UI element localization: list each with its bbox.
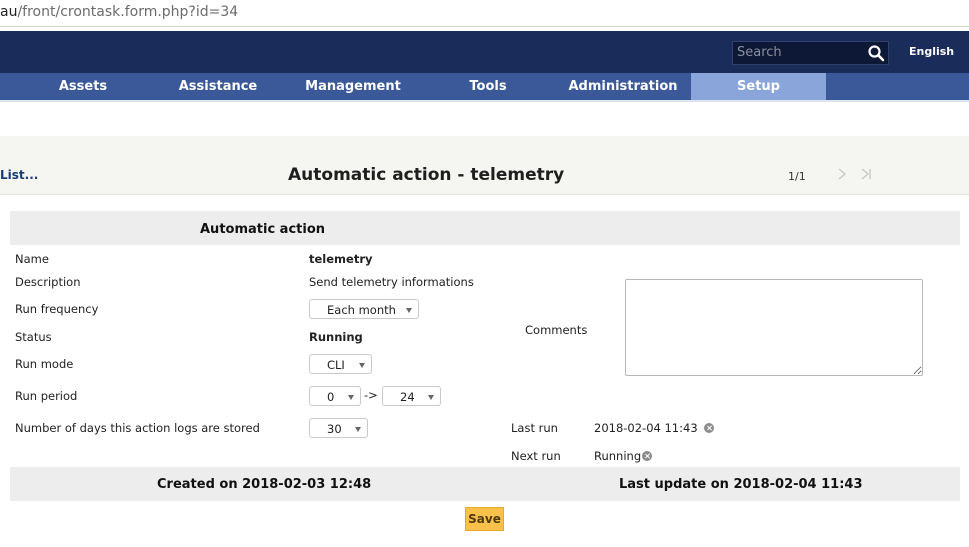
run-frequency-value: Each month: [327, 303, 396, 317]
last-run-value: 2018-02-04 11:43: [594, 421, 698, 435]
description-label: Description: [15, 275, 81, 289]
url-path: /front/crontask.form.php?id=34: [17, 4, 239, 20]
run-period-arrow: ->: [364, 388, 378, 402]
menu-divider: [0, 100, 969, 102]
last-page-icon[interactable]: [859, 166, 873, 182]
last-update-date: Last update on 2018-02-04 11:43: [619, 477, 863, 492]
created-date: Created on 2018-02-03 12:48: [157, 477, 372, 492]
status-value: Running: [309, 330, 363, 344]
chevron-down-icon: [428, 395, 434, 400]
menu-item-tools[interactable]: Tools: [448, 73, 528, 100]
page-title: Automatic action - telemetry: [288, 165, 565, 185]
run-mode-value: CLI: [327, 358, 345, 372]
url-text[interactable]: au/front/crontask.form.php?id=34: [0, 4, 238, 20]
magnifier-icon[interactable]: [867, 44, 885, 62]
run-period-from-value: 0: [327, 390, 335, 404]
run-mode-label: Run mode: [15, 357, 74, 371]
chevron-down-icon: [348, 395, 354, 400]
form-header: [10, 211, 960, 245]
log-days-value: 30: [327, 422, 342, 436]
form-header-title: Automatic action: [200, 222, 326, 237]
menu-item-management[interactable]: Management: [298, 73, 408, 100]
next-page-icon[interactable]: [836, 166, 848, 182]
chevron-down-icon: [359, 363, 365, 368]
run-mode-select[interactable]: CLI: [309, 354, 372, 374]
name-label: Name: [15, 252, 49, 266]
status-label: Status: [15, 330, 52, 344]
menu-item-assistance[interactable]: Assistance: [168, 73, 268, 100]
run-frequency-select[interactable]: Each month: [309, 299, 419, 319]
log-days-label: Number of days this action logs are stor…: [15, 421, 260, 435]
name-value: telemetry: [309, 252, 373, 266]
last-run-label: Last run: [511, 421, 558, 435]
reset-last-run-icon[interactable]: [704, 423, 714, 433]
search-input[interactable]: [737, 44, 862, 61]
next-run-value: Running: [594, 449, 642, 463]
browser-url-bar[interactable]: au/front/crontask.form.php?id=34: [0, 0, 969, 27]
description-value: Send telemetry informations: [309, 275, 474, 289]
pager-count: 1/1: [788, 170, 806, 183]
run-period-from-select[interactable]: 0: [309, 386, 361, 406]
menu-item-assets[interactable]: Assets: [40, 73, 126, 100]
url-host: au: [0, 4, 18, 20]
run-frequency-label: Run frequency: [15, 302, 99, 316]
run-period-to-select[interactable]: 24: [382, 386, 441, 406]
chevron-down-icon: [355, 427, 361, 432]
reset-next-run-icon[interactable]: [642, 451, 652, 461]
chevron-down-icon: [406, 308, 412, 313]
language-selector[interactable]: English: [909, 45, 954, 58]
run-period-label: Run period: [15, 389, 78, 403]
run-period-to-value: 24: [400, 390, 415, 404]
save-button[interactable]: Save: [465, 507, 504, 531]
next-run-label: Next run: [511, 449, 561, 463]
list-link[interactable]: List...: [0, 168, 38, 182]
menu-item-setup[interactable]: Setup: [691, 73, 826, 100]
log-days-select[interactable]: 30: [309, 418, 368, 438]
menu-item-administration[interactable]: Administration: [560, 73, 686, 100]
comments-label: Comments: [525, 323, 588, 337]
comments-textarea[interactable]: [625, 279, 923, 376]
search-box[interactable]: [732, 41, 889, 65]
